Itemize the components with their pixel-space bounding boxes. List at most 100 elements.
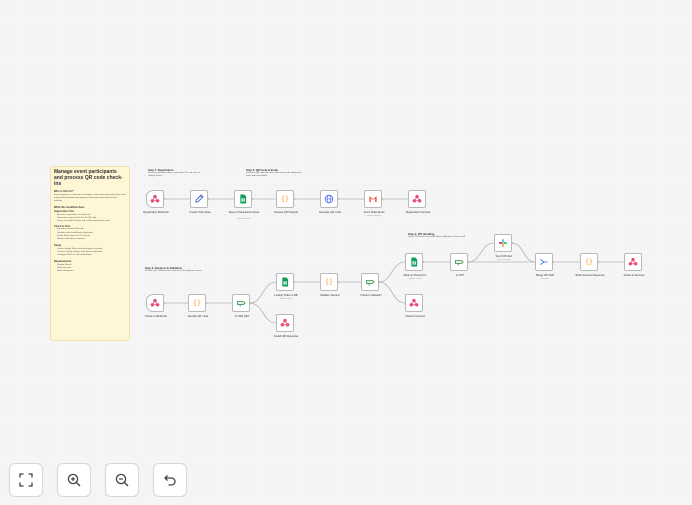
node-subtitle: combine	[541, 278, 549, 280]
sticky-what-heading: What this workflow does	[54, 205, 85, 209]
connection-line[interactable]	[378, 281, 406, 304]
node-merge-vip-path[interactable]: Merge VIP Path combine	[535, 253, 554, 280]
node-subtitle: send: message	[366, 215, 382, 217]
sticky-registration-heading: Registration Flow	[54, 210, 75, 214]
node-label: Mark as Checked In	[403, 273, 427, 277]
node-subtitle: append: sheet	[237, 218, 251, 220]
step-note-vip[interactable]: Step 4: VIP Handling Detect VIP tickets …	[408, 233, 466, 239]
node-is-valid-qr[interactable]: Is Valid QR?	[232, 294, 250, 318]
merge-icon	[540, 259, 548, 265]
sticky-requirements-heading: Requirements	[54, 259, 72, 263]
gmail-icon	[369, 196, 377, 203]
step-desc: Detect VIP tickets and send Slack notifi…	[408, 236, 465, 238]
sticky-title: Manage event participants and process QR…	[54, 169, 123, 187]
sticky-setup-list: Create Google Sheet with participants co…	[54, 248, 126, 258]
node-label: Check-in Allowed?	[360, 293, 382, 297]
reset-zoom-button[interactable]	[153, 463, 187, 497]
svg-text:{}: {}	[325, 278, 333, 286]
node-label: Lookup Ticket in DB	[274, 293, 298, 297]
respond-webhook-icon	[280, 318, 290, 327]
zoom-out-icon	[115, 473, 129, 487]
respond-webhook-icon	[409, 298, 419, 307]
zoom-out-button[interactable]	[105, 463, 139, 497]
globe-icon	[324, 194, 334, 204]
node-invalid-qr-response[interactable]: Invalid QR Response	[274, 314, 298, 338]
code-icon: {}	[281, 195, 289, 203]
webhook-icon	[150, 194, 160, 203]
node-mark-as-checked-in[interactable]: Mark as Checked In update: sheet	[403, 253, 427, 280]
node-send-ticket-email[interactable]: Send Ticket Email send: message	[364, 190, 384, 217]
sticky-requirements-list: Google Sheets Gmail account Slack worksp…	[54, 264, 126, 274]
step-note-checkin[interactable]: Step 3: Check-in & Validation Decode QR,…	[145, 267, 203, 273]
node-checkin-webhook[interactable]: Check-in Webhook	[145, 294, 167, 318]
svg-text:{}: {}	[585, 258, 593, 266]
fit-view-icon	[19, 473, 33, 487]
workflow-canvas[interactable]: Manage event participants and process QR…	[0, 0, 692, 505]
node-label: Is VIP?	[455, 273, 465, 277]
node-label: Check-in Success	[623, 273, 645, 277]
node-save-to-participants-sheet[interactable]: Save to Participants Sheet append: sheet	[229, 190, 259, 220]
node-generate-qr-code[interactable]: Generate QR Code	[319, 190, 341, 214]
sticky-who-text: Event organizers, conference managers, a…	[54, 194, 126, 203]
node-label: Registration Webhook	[143, 210, 169, 214]
node-check-in-success[interactable]: Check-in Success	[624, 253, 644, 277]
node-is-vip[interactable]: Is VIP?	[450, 253, 468, 277]
code-icon: {}	[325, 278, 333, 286]
webhook-icon	[150, 298, 160, 307]
zoom-in-button[interactable]	[57, 463, 91, 497]
google-sheets-icon	[282, 277, 289, 287]
node-check-in-denied[interactable]: Check-in Denied	[405, 294, 425, 318]
node-prepare-qr-payload[interactable]: {} Prepare QR Payload	[274, 190, 298, 214]
sticky-registration-list: Receives registration via webhook Genera…	[54, 214, 126, 224]
connection-line[interactable]	[249, 302, 277, 324]
respond-webhook-icon	[412, 194, 422, 203]
step-note-qr-email[interactable]: Step 2: QR Code & Email Generate QR code…	[246, 169, 304, 178]
node-subtitle: lookup: sheet	[279, 298, 293, 300]
pencil-icon	[195, 194, 204, 203]
node-registration-webhook[interactable]: Registration Webhook	[143, 190, 169, 214]
node-validate-check-in[interactable]: {} Validate Check-in	[320, 273, 340, 297]
google-sheets-icon	[240, 194, 247, 204]
node-label: Prepare QR Payload	[274, 210, 298, 214]
node-label: Invalid QR Response	[273, 334, 299, 338]
fit-view-button[interactable]	[9, 463, 43, 497]
list-item: Slack workspace	[57, 270, 126, 273]
node-label: Merge VIP Path	[535, 273, 555, 277]
node-build-success-response[interactable]: {} Build Success Response	[576, 253, 604, 277]
code-icon: {}	[585, 258, 593, 266]
sticky-checkin-heading: Check-in Flow	[54, 224, 71, 228]
node-subtitle: post: message	[497, 259, 511, 261]
node-decode-qr-code[interactable]: {} Decode QR Code	[188, 294, 208, 318]
list-item: Returns attendance statistics	[57, 238, 126, 241]
sticky-who-heading: Who is this for?	[54, 190, 74, 194]
if-branch-icon	[455, 260, 464, 266]
respond-webhook-icon	[628, 257, 638, 266]
slack-icon	[499, 239, 507, 247]
sticky-checkin-list: Decodes scanned QR code Validates ticket…	[54, 228, 126, 241]
node-create-ticket-data[interactable]: Create Ticket Data	[189, 190, 211, 214]
node-label: Build Success Response	[575, 273, 605, 277]
node-label: Send VIP Alert	[495, 254, 513, 258]
node-send-vip-alert[interactable]: Send VIP Alert post: message	[494, 234, 512, 261]
step-desc: Receive participant data, create ticket …	[148, 172, 200, 177]
step-note-registration[interactable]: Step 1: Registration Receive participant…	[148, 169, 206, 178]
node-subtitle: update: sheet	[408, 278, 422, 280]
step-desc: Decode QR, validate ticket, and check fo…	[145, 270, 202, 272]
node-registration-success[interactable]: Registration Success	[406, 190, 430, 214]
sticky-setup-heading: Setup	[54, 243, 62, 247]
node-label: Send Ticket Email	[363, 210, 385, 214]
step-desc: Generate QR code with ticket data and se…	[246, 172, 302, 177]
node-label: Check-in Denied	[405, 314, 425, 318]
node-lookup-ticket-in-db[interactable]: Lookup Ticket in DB lookup: sheet	[274, 273, 298, 300]
if-branch-icon	[366, 280, 375, 286]
svg-text:{}: {}	[281, 195, 289, 203]
node-label: Decode QR Code	[187, 314, 209, 318]
code-icon: {}	[193, 299, 201, 307]
node-label: Registration Success	[405, 210, 431, 214]
svg-text:{}: {}	[193, 299, 201, 307]
google-sheets-icon	[411, 257, 418, 267]
node-label: Is Valid QR?	[234, 314, 250, 318]
sticky-note[interactable]: Manage event participants and process QR…	[50, 166, 130, 341]
node-check-in-allowed[interactable]: Check-in Allowed?	[360, 273, 382, 297]
node-label: Generate QR Code	[318, 210, 342, 214]
